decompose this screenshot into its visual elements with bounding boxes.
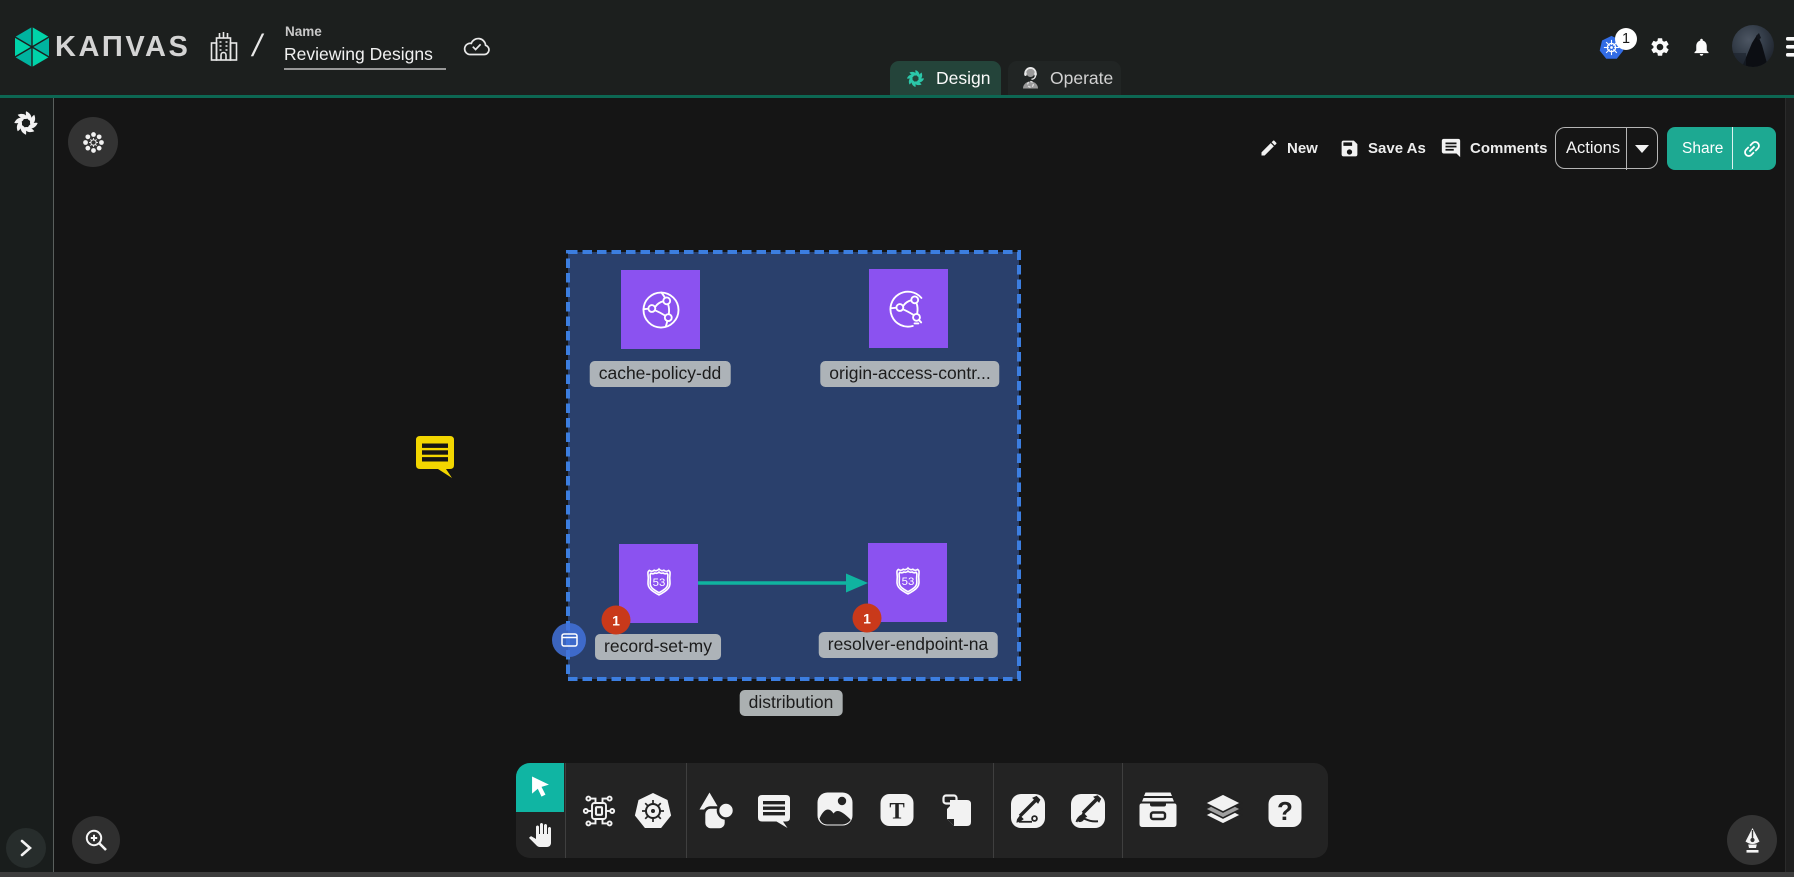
svg-text:53: 53	[652, 577, 665, 589]
svg-text:53: 53	[901, 576, 914, 588]
svg-text:T: T	[889, 799, 904, 824]
svg-text:?: ?	[1277, 796, 1293, 826]
